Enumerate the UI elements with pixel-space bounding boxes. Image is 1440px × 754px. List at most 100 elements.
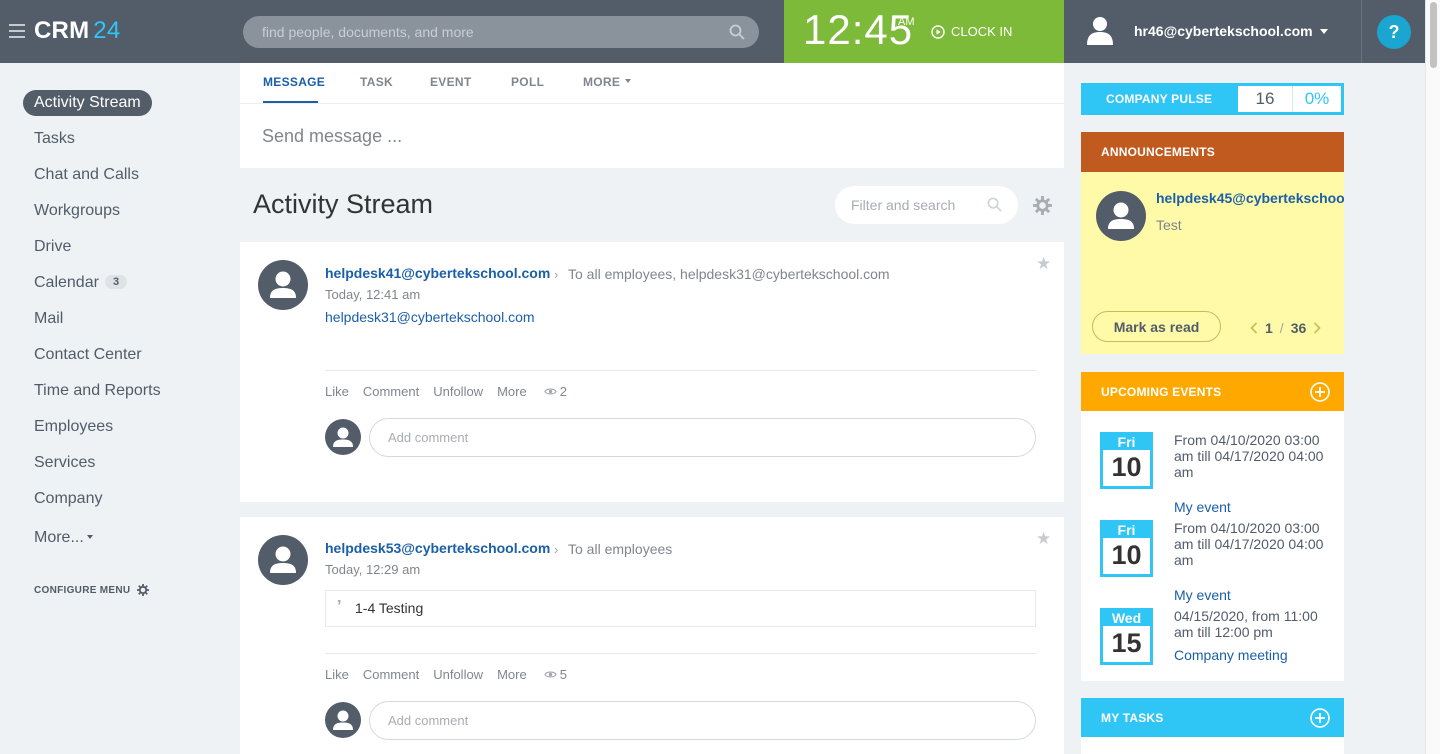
views-counter[interactable]: 2 <box>543 384 567 399</box>
star-icon[interactable]: ★ <box>1036 529 1051 549</box>
pager-current: 1 <box>1265 320 1273 336</box>
sidebar-item-mail[interactable]: Mail <box>34 310 63 328</box>
send-message-input[interactable]: Send message ... <box>262 126 402 147</box>
event-title-link[interactable]: My event <box>1174 499 1231 515</box>
pulse-count: 16 <box>1238 86 1293 112</box>
chevron-left-icon[interactable] <box>1250 322 1258 334</box>
feed-post: helpdesk41@cybertekschool.com › To all e… <box>240 242 1064 502</box>
add-comment-input[interactable] <box>370 702 1035 739</box>
post-actions: Like Comment Unfollow More 5 <box>325 667 567 682</box>
event-title-link[interactable]: My event <box>1174 587 1231 603</box>
add-comment-input[interactable] <box>370 419 1035 456</box>
calendar-date-icon: Fri 10 <box>1100 520 1153 577</box>
views-counter[interactable]: 5 <box>543 667 567 682</box>
help-button[interactable]: ? <box>1377 15 1411 49</box>
add-event-icon[interactable] <box>1310 382 1330 407</box>
pulse-stats: 16 0% <box>1238 86 1341 112</box>
user-avatar-icon <box>325 419 361 460</box>
clock-panel: 12:45 AM CLOCK IN <box>784 0 1064 63</box>
global-search-input[interactable] <box>243 16 759 48</box>
comment-button[interactable]: Comment <box>363 667 419 682</box>
sidebar-item-chat-and-calls[interactable]: Chat and Calls <box>34 166 139 184</box>
unfollow-button[interactable]: Unfollow <box>433 384 483 399</box>
sidebar-item-contact-center[interactable]: Contact Center <box>34 346 142 364</box>
star-icon[interactable]: ★ <box>1036 254 1051 274</box>
like-button[interactable]: Like <box>325 667 349 682</box>
gear-icon[interactable] <box>1033 196 1052 220</box>
mark-as-read-button[interactable]: Mark as read <box>1092 311 1221 342</box>
eye-icon <box>543 388 557 395</box>
sidebar-item-drive[interactable]: Drive <box>34 238 71 256</box>
my-tasks-list <box>1081 737 1344 754</box>
sidebar-item-company[interactable]: Company <box>34 490 102 508</box>
composer-tabs: MESSAGE TASK EVENT POLL MORE <box>240 63 1064 104</box>
tab-event[interactable]: EVENT <box>430 75 472 89</box>
post-recipients[interactable]: To all employees, helpdesk31@cyberteksch… <box>568 266 890 282</box>
quote-text: 1-4 Testing <box>355 600 424 616</box>
calendar-date-icon: Fri 10 <box>1100 432 1153 489</box>
menu-toggle-icon[interactable] <box>9 24 25 38</box>
eye-icon <box>543 671 557 678</box>
sidebar-item-workgroups[interactable]: Workgroups <box>34 202 120 220</box>
post-timestamp[interactable]: Today, 12:29 am <box>325 562 420 577</box>
announcement-pager: 1 / 36 <box>1250 320 1321 336</box>
unfollow-button[interactable]: Unfollow <box>433 667 483 682</box>
my-tasks-label[interactable]: MY TASKS <box>1101 711 1164 725</box>
user-avatar-icon[interactable] <box>258 535 308 590</box>
event-title-link[interactable]: Company meeting <box>1174 647 1288 663</box>
user-avatar-icon[interactable] <box>1096 191 1146 246</box>
event-item[interactable]: Fri 10 From 04/10/2020 03:00 am till 04/… <box>1100 520 1330 603</box>
user-avatar-icon[interactable] <box>258 260 308 315</box>
filter-search <box>835 186 1018 224</box>
upcoming-events-header: UPCOMING EVENTS <box>1081 372 1344 411</box>
more-button[interactable]: More <box>497 667 527 682</box>
chevron-right-icon[interactable] <box>1313 322 1321 334</box>
add-task-icon[interactable] <box>1310 708 1330 733</box>
scrollbar-thumb[interactable] <box>1430 2 1437 68</box>
tab-poll[interactable]: POLL <box>511 75 544 89</box>
clock-in-button[interactable]: CLOCK IN <box>931 24 1012 39</box>
user-menu[interactable]: hr46@cybertekschool.com <box>1064 0 1362 63</box>
tab-more[interactable]: MORE <box>583 75 632 89</box>
sidebar-item-tasks[interactable]: Tasks <box>34 130 75 148</box>
quote-icon: ’ <box>337 598 342 615</box>
upcoming-events-list: Fri 10 From 04/10/2020 03:00 am till 04/… <box>1081 411 1344 681</box>
left-sidebar: Activity Stream Tasks Chat and Calls Wor… <box>0 63 240 754</box>
page-scrollbar[interactable] <box>1425 0 1440 754</box>
post-composer: MESSAGE TASK EVENT POLL MORE Send messag… <box>240 63 1064 168</box>
sidebar-item-services[interactable]: Services <box>34 454 95 472</box>
configure-menu-button[interactable]: CONFIGURE MENU <box>34 584 150 596</box>
event-item[interactable]: Fri 10 From 04/10/2020 03:00 am till 04/… <box>1100 432 1330 515</box>
logo[interactable]: CRM 24 <box>34 17 120 45</box>
tab-task[interactable]: TASK <box>360 75 393 89</box>
sidebar-item-employees[interactable]: Employees <box>34 418 113 436</box>
event-time: From 04/10/2020 03:00 am till 04/17/2020… <box>1174 520 1324 568</box>
announcement-author-link[interactable]: helpdesk45@cybertekschool.com <box>1156 190 1344 206</box>
post-author-link[interactable]: helpdesk53@cybertekschool.com <box>325 540 550 556</box>
comment-button[interactable]: Comment <box>363 384 419 399</box>
event-time: From 04/10/2020 03:00 am till 04/17/2020… <box>1174 432 1324 480</box>
feed-post: helpdesk53@cybertekschool.com › To all e… <box>240 517 1064 754</box>
company-pulse-label: COMPANY PULSE <box>1106 92 1213 106</box>
post-recipients[interactable]: To all employees <box>568 541 672 557</box>
sidebar-item-more[interactable]: More... <box>34 529 93 547</box>
announcement-card: helpdesk45@cybertekschool.com Test Mark … <box>1081 172 1344 354</box>
upcoming-events-label[interactable]: UPCOMING EVENTS <box>1101 385 1221 399</box>
post-timestamp[interactable]: Today, 12:41 am <box>325 287 420 302</box>
page-title: Activity Stream <box>253 189 434 219</box>
announcements-header: ANNOUNCEMENTS <box>1081 132 1344 172</box>
announcements-label: ANNOUNCEMENTS <box>1101 145 1215 159</box>
sidebar-item-calendar[interactable]: Calendar 3 <box>34 274 128 292</box>
company-pulse-widget[interactable]: COMPANY PULSE 16 0% <box>1081 83 1344 115</box>
post-body-link[interactable]: helpdesk31@cybertekschool.com <box>325 309 535 325</box>
announcement-text: Test <box>1156 217 1182 233</box>
search-icon[interactable] <box>729 24 745 45</box>
like-button[interactable]: Like <box>325 384 349 399</box>
sidebar-item-time-and-reports[interactable]: Time and Reports <box>34 382 161 400</box>
search-icon[interactable] <box>987 197 1002 217</box>
sidebar-item-activity-stream[interactable]: Activity Stream <box>23 90 152 116</box>
event-item[interactable]: Wed 15 04/15/2020, from 11:00 am till 12… <box>1100 608 1330 668</box>
more-button[interactable]: More <box>497 384 527 399</box>
tab-message[interactable]: MESSAGE <box>263 75 325 89</box>
post-author-link[interactable]: helpdesk41@cybertekschool.com <box>325 265 550 281</box>
